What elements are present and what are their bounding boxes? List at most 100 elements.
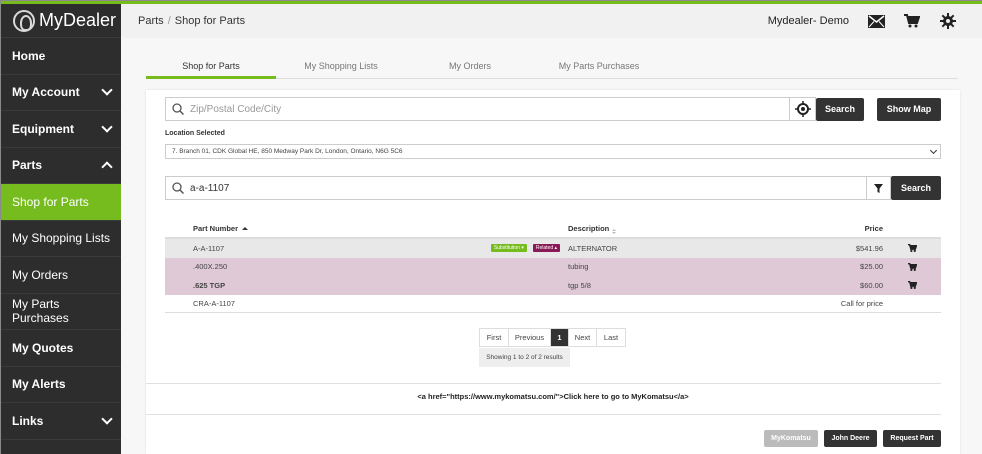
part-number[interactable]: CRA-A-1107	[165, 299, 445, 308]
mykomatsu-link-text[interactable]: <a href="https://www.mykomatsu.com/">Cli…	[146, 392, 960, 401]
results-summary: Showing 1 to 2 of 2 results	[479, 348, 570, 367]
tab-my-parts-purchases[interactable]: My Parts Purchases	[534, 58, 664, 79]
page-current[interactable]: 1	[551, 329, 569, 346]
sidebar-item-label: My Quotes	[12, 340, 74, 355]
show-map-button[interactable]: Show Map	[877, 97, 941, 121]
sidebar: MyDealer Home My Account Equipment Parts…	[1, 4, 121, 454]
breadcrumb-current: Shop for Parts	[174, 15, 246, 27]
location-selected-label: Location Selected	[165, 130, 225, 137]
sidebar-item-my-account[interactable]: My Account	[1, 75, 121, 111]
pagination: First Previous 1 Next Last	[479, 328, 626, 347]
sidebar-item-label: Home	[12, 48, 46, 63]
sidebar-item-label: My Account	[12, 85, 80, 100]
part-description: tgp 5/8	[568, 280, 591, 290]
logo-text: MyDealer	[39, 10, 117, 30]
chevron-up-icon	[101, 161, 113, 173]
logo-icon	[13, 9, 35, 32]
sidebar-item-label: Links	[12, 413, 44, 428]
part-number[interactable]: .400X.250	[165, 262, 445, 271]
divider	[146, 383, 941, 384]
zip-placeholder: Zip/Postal Code/City	[190, 103, 282, 115]
request-part-button[interactable]: Request Part	[883, 430, 941, 447]
breadcrumb-parts[interactable]: Parts	[138, 15, 164, 27]
sidebar-item-label: Parts	[12, 158, 43, 173]
page-first-button[interactable]: First	[480, 329, 509, 346]
chevron-down-icon	[101, 121, 113, 133]
tab-shop-for-parts[interactable]: Shop for Parts	[146, 58, 276, 79]
cart-icon[interactable]	[903, 12, 921, 30]
sidebar-item-links[interactable]: Links	[1, 403, 121, 440]
locate-icon[interactable]	[790, 97, 816, 121]
part-price: $60.00	[860, 280, 883, 290]
table-header: Part Number Description Price	[165, 220, 941, 239]
location-select[interactable]: 7. Branch 01, CDK Global HE, 850 Medway …	[165, 144, 941, 159]
sidebar-item-equipment[interactable]: Equipment	[1, 111, 121, 148]
mail-icon[interactable]	[867, 12, 885, 30]
sidebar-item-my-quotes[interactable]: My Quotes	[1, 330, 121, 367]
related-badge[interactable]: Related ▴	[532, 244, 560, 253]
john-deere-button[interactable]: John Deere	[824, 430, 877, 447]
top-header: Parts / Shop for Parts Mydealer- Demo	[121, 4, 982, 38]
zip-search-input[interactable]: Zip/Postal Code/City	[165, 97, 790, 121]
sort-asc-icon	[242, 227, 249, 230]
breadcrumb: Parts / Shop for Parts	[138, 15, 245, 27]
chevron-down-icon	[101, 413, 113, 425]
part-price: $25.00	[860, 262, 883, 272]
chevron-down-icon	[101, 84, 113, 96]
table-row[interactable]: .625 TGP tgp 5/8 $60.00	[165, 276, 941, 295]
location-select-value: 7. Branch 01, CDK Global HE, 850 Medway …	[172, 148, 403, 155]
page-next-button[interactable]: Next	[569, 329, 597, 346]
part-price: Call for price	[840, 298, 883, 308]
tab-my-orders[interactable]: My Orders	[406, 58, 534, 79]
sidebar-item-home[interactable]: Home	[1, 38, 121, 75]
table-row[interactable]: .400X.250 tubing $25.00	[165, 257, 941, 276]
chevron-down-icon	[929, 146, 938, 155]
divider	[146, 414, 941, 415]
sidebar-item-my-parts-purchases[interactable]: My Parts Purchases	[1, 294, 121, 330]
gear-icon[interactable]	[939, 12, 957, 30]
page-last-button[interactable]: Last	[597, 329, 625, 346]
part-description: tubing	[568, 262, 589, 272]
search-icon	[172, 182, 184, 194]
header-part-number[interactable]: Part Number	[165, 224, 445, 233]
part-description: ALTERNATOR	[568, 243, 618, 253]
sidebar-item-my-alerts[interactable]: My Alerts	[1, 367, 121, 403]
sidebar-item-label: Shop for Parts	[12, 194, 89, 209]
shop-card: Zip/Postal Code/City Search Show Map Loc…	[146, 90, 960, 454]
sidebar-item-my-shopping-lists[interactable]: My Shopping Lists	[1, 221, 121, 257]
table-row[interactable]: A-A-1107 Substitution ▾ Related ▴ ALTERN…	[165, 239, 941, 258]
header-description[interactable]: Description	[568, 224, 808, 234]
part-search-button[interactable]: Search	[891, 176, 941, 200]
parts-table: Part Number Description Price A-A-1107 S…	[165, 220, 941, 313]
mykomatsu-button[interactable]: MyKomatsu	[764, 430, 818, 447]
location-search-button[interactable]: Search	[816, 97, 864, 121]
breadcrumb-separator: /	[167, 15, 171, 27]
add-to-cart-icon[interactable]	[883, 262, 941, 271]
sort-icon	[612, 228, 617, 234]
part-search-input[interactable]: a-a-1107	[165, 176, 867, 200]
sidebar-item-label: My Alerts	[12, 377, 66, 392]
add-to-cart-icon[interactable]	[883, 281, 941, 290]
header-price: Price	[864, 224, 883, 233]
main-content: Shop for Parts My Shopping Lists My Orde…	[121, 38, 982, 454]
sidebar-item-parts[interactable]: Parts	[1, 148, 121, 184]
sidebar-item-label: My Orders	[12, 267, 69, 282]
table-row[interactable]: CRA-A-1107 Call for price	[165, 294, 941, 313]
part-number[interactable]: A-A-1107	[165, 244, 445, 253]
sidebar-item-shop-for-parts[interactable]: Shop for Parts	[1, 184, 121, 221]
sidebar-item-my-orders[interactable]: My Orders	[1, 257, 121, 294]
sidebar-item-label: My Shopping Lists	[12, 231, 111, 246]
logo[interactable]: MyDealer	[1, 4, 121, 38]
user-name[interactable]: Mydealer- Demo	[768, 15, 849, 27]
add-to-cart-icon[interactable]	[883, 244, 941, 253]
sidebar-item-label: My Parts Purchases	[12, 297, 69, 326]
search-icon	[172, 103, 184, 115]
filter-icon[interactable]	[867, 176, 891, 200]
part-search-value: a-a-1107	[190, 182, 230, 194]
part-number[interactable]: .625 TGP	[165, 281, 445, 290]
tab-bar: Shop for Parts My Shopping Lists My Orde…	[146, 58, 958, 79]
page-previous-button[interactable]: Previous	[509, 329, 551, 346]
tab-my-shopping-lists[interactable]: My Shopping Lists	[276, 58, 406, 79]
substitution-badge[interactable]: Substitution ▾	[490, 244, 527, 253]
part-price: $541.96	[855, 243, 883, 253]
